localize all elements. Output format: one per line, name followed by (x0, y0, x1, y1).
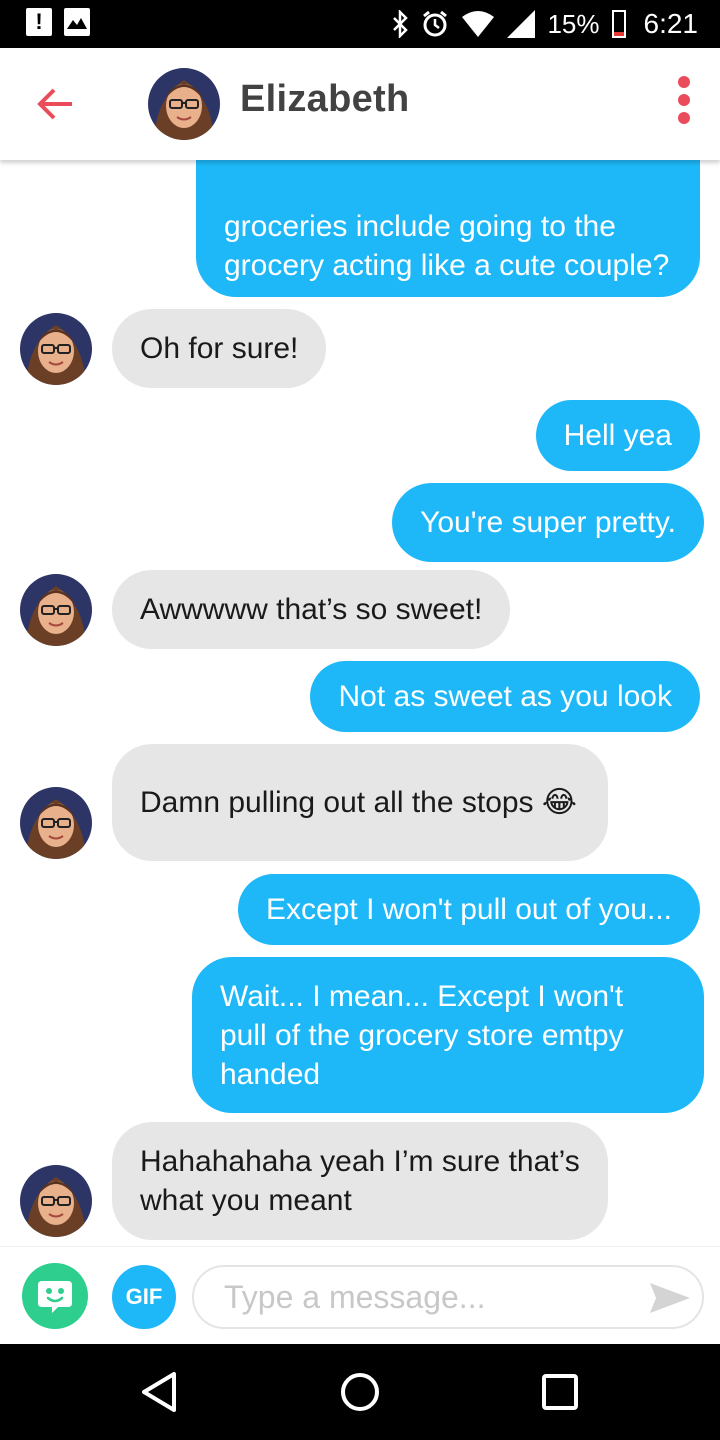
message-input[interactable] (192, 1265, 704, 1329)
message-input-bar: GIF (0, 1246, 720, 1344)
wifi-icon (461, 10, 495, 38)
message-bubble-sent[interactable]: Not as sweet as you look (310, 661, 700, 732)
avatar-photo-icon (20, 574, 92, 646)
message-avatar[interactable] (20, 313, 92, 385)
nav-recents-button[interactable] (536, 1368, 584, 1416)
status-bar: ! 15% 6:21 (0, 0, 720, 48)
message-bubble-sent[interactable]: Except I won't pull out of you... (238, 874, 700, 945)
message-bubble-sent[interactable]: groceries include going to the grocery a… (196, 160, 700, 297)
sticker-face-icon (38, 1281, 72, 1313)
send-icon (650, 1283, 690, 1313)
contact-avatar[interactable] (148, 68, 220, 140)
square-recents-icon (542, 1374, 578, 1410)
more-options-button[interactable] (674, 76, 694, 132)
message-bubble-sent[interactable]: Wait... I mean... Except I won't pull of… (192, 957, 704, 1113)
battery-icon (611, 10, 626, 38)
alert-icon: ! (26, 8, 52, 36)
message-avatar[interactable] (20, 574, 92, 646)
avatar-photo-icon (20, 1165, 92, 1237)
back-button[interactable] (32, 80, 80, 128)
battery-level-fill (613, 32, 624, 36)
nav-back-button[interactable] (136, 1368, 184, 1416)
chat-header: Elizabeth (0, 48, 720, 160)
circle-home-icon (341, 1373, 379, 1411)
message-bubble-received[interactable]: Hahahahaha yeah I’m sure that’s what you… (112, 1122, 608, 1240)
send-button[interactable] (648, 1281, 692, 1315)
message-avatar[interactable] (20, 787, 92, 859)
avatar-photo-icon (148, 68, 220, 140)
sticker-button[interactable] (22, 1263, 88, 1329)
image-icon (64, 8, 90, 36)
clock: 6:21 (643, 8, 699, 39)
battery-percent: 15% (547, 8, 600, 39)
bluetooth-icon (391, 10, 409, 38)
system-nav-bar (0, 1344, 720, 1440)
triangle-back-icon (142, 1372, 176, 1412)
gif-button[interactable]: GIF (112, 1265, 176, 1329)
avatar-photo-icon (20, 787, 92, 859)
contact-name[interactable]: Elizabeth (240, 78, 410, 121)
alarm-icon (421, 10, 449, 38)
message-bubble-received[interactable]: Oh for sure! (112, 309, 327, 388)
message-bubble-sent[interactable]: Hell yea (535, 400, 700, 471)
message-avatar[interactable] (20, 1165, 92, 1237)
avatar-photo-icon (20, 313, 92, 385)
back-arrow-icon (37, 88, 72, 120)
message-bubble-received[interactable]: Awwwww that’s so sweet! (112, 570, 511, 649)
message-bubble-sent[interactable]: You're super pretty. (392, 483, 704, 562)
message-bubble-received[interactable]: Damn pulling out all the stops 😂 (112, 744, 608, 861)
signal-icon (507, 10, 536, 38)
nav-home-button[interactable] (336, 1368, 384, 1416)
more-vertical-icon (674, 76, 694, 124)
message-list[interactable]: groceries include going to the grocery a… (0, 160, 720, 1246)
